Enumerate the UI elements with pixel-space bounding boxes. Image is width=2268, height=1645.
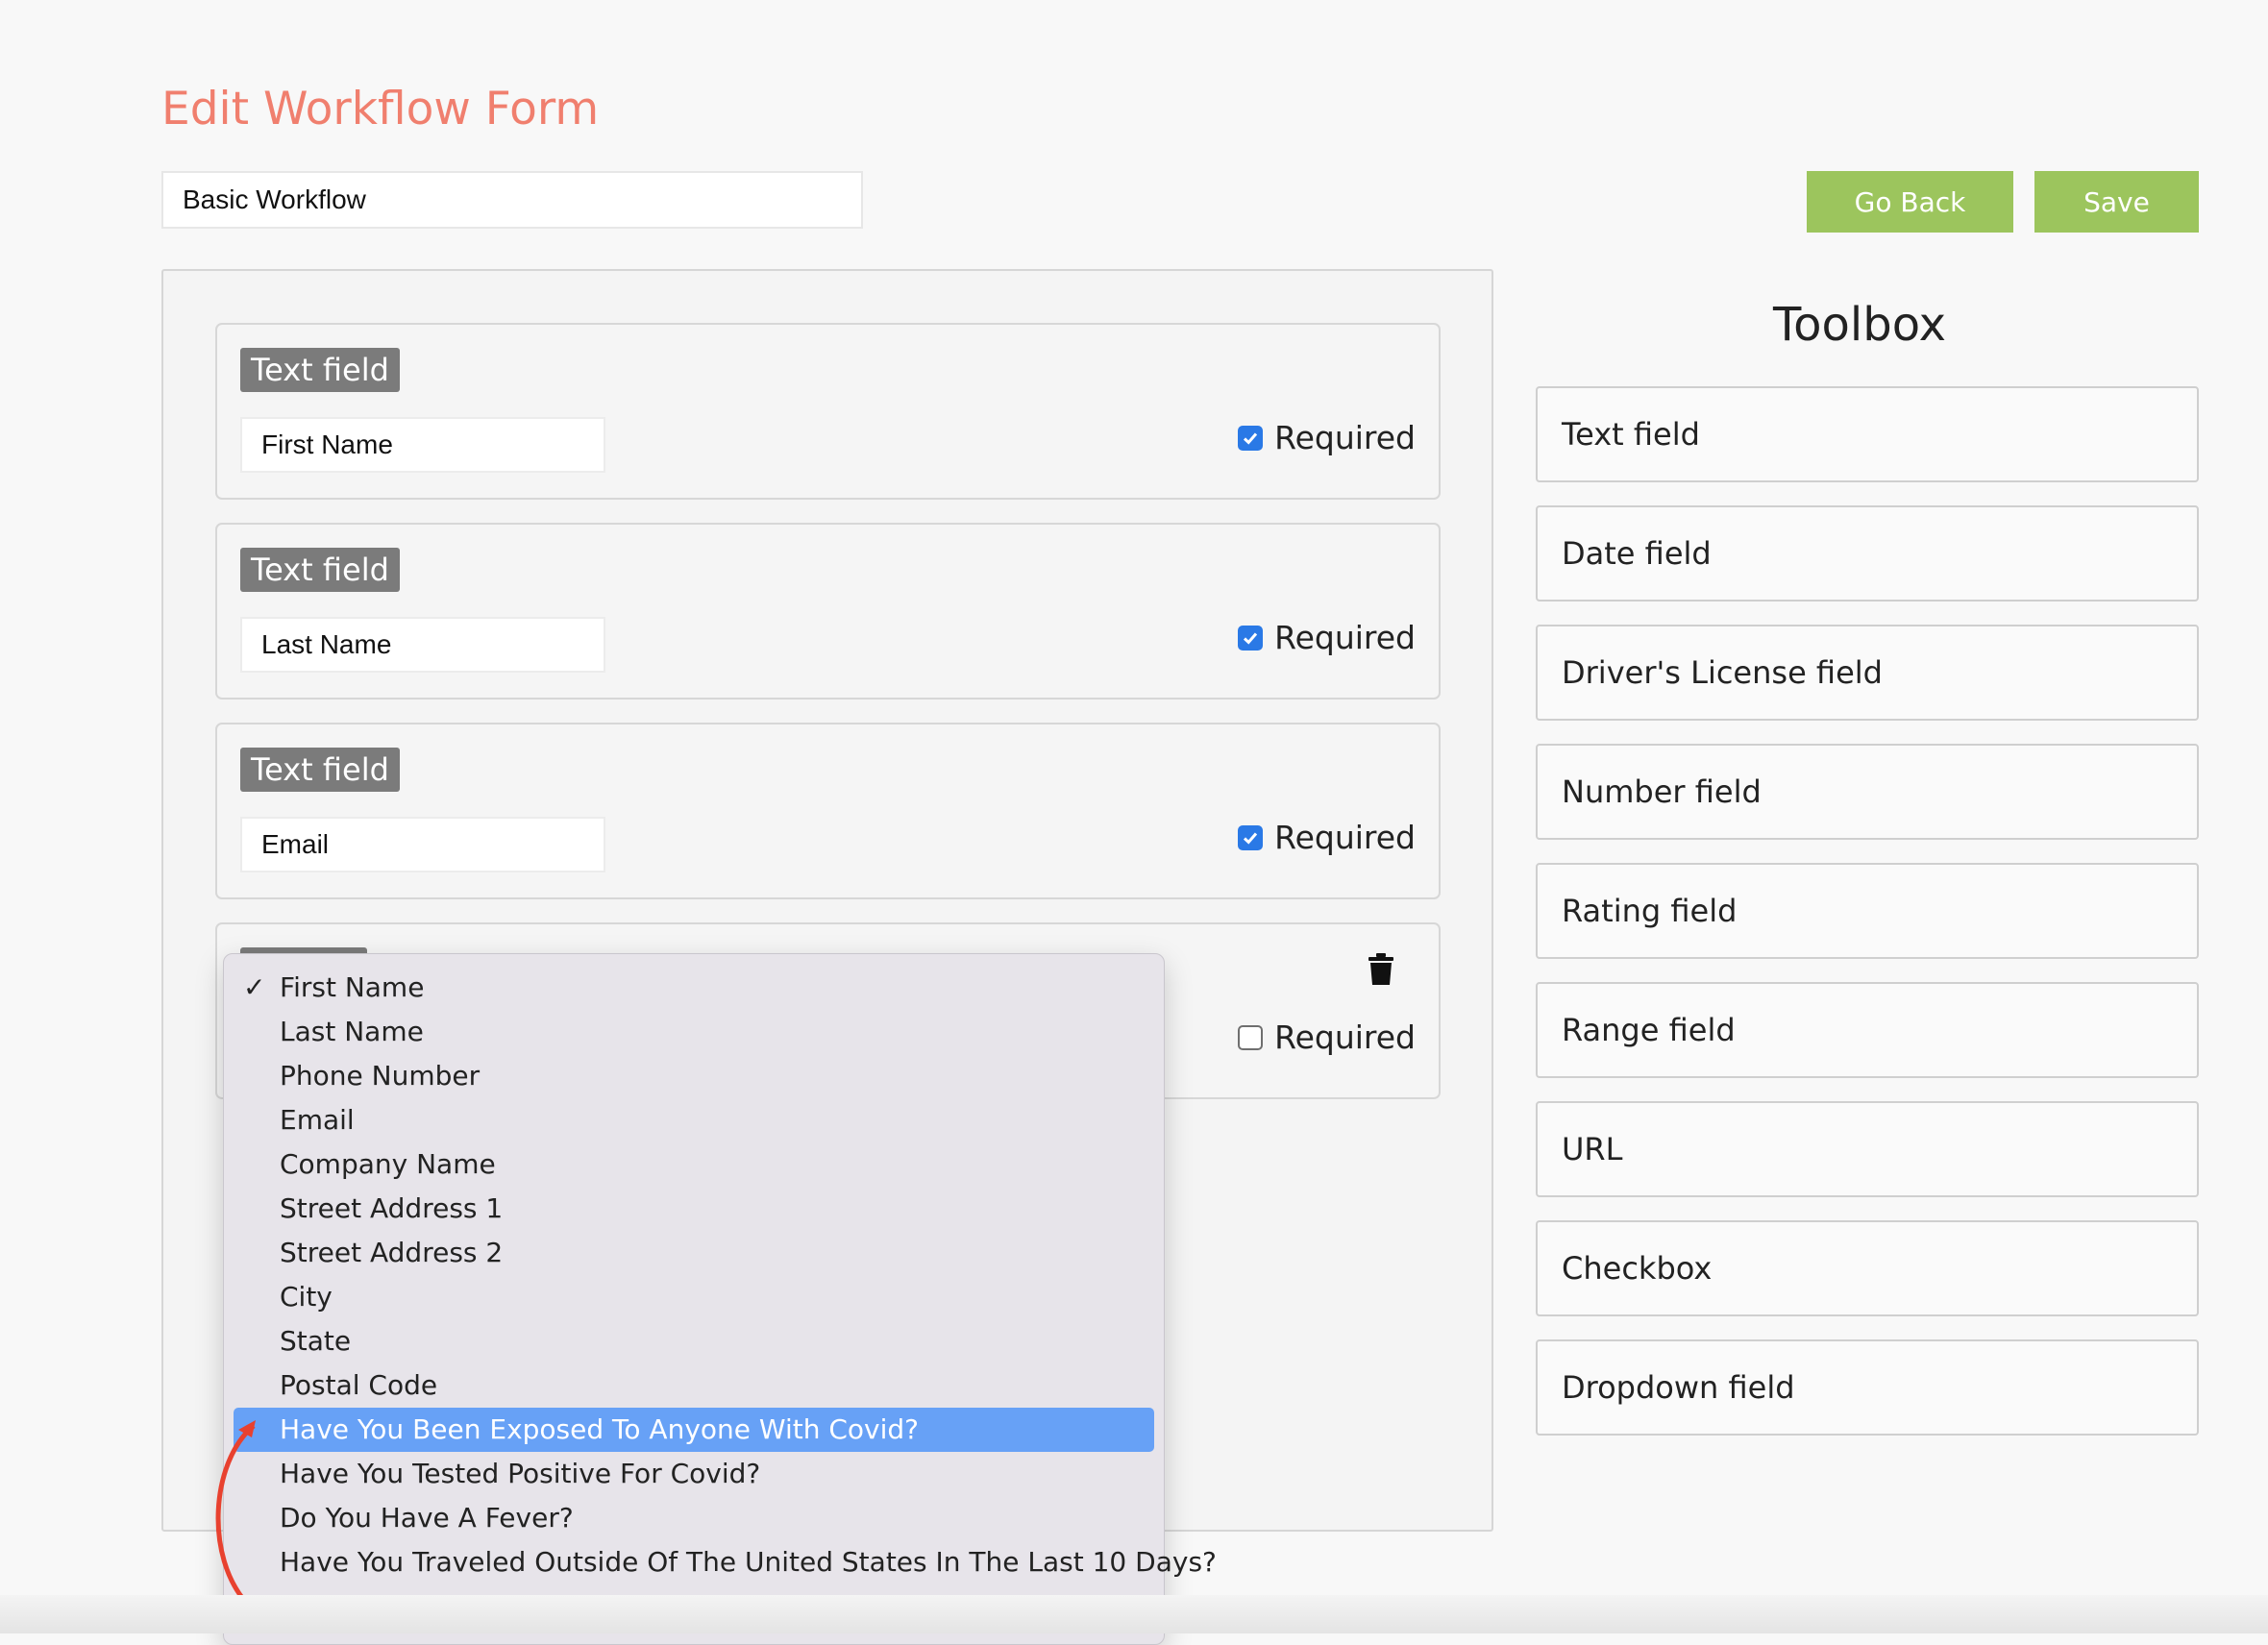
dropdown-option[interactable]: Street Address 1: [234, 1187, 1154, 1231]
required-label: Required: [1274, 619, 1416, 656]
toolbox-item-checkbox[interactable]: Checkbox: [1536, 1220, 2199, 1316]
dropdown-option[interactable]: Phone Number: [234, 1054, 1154, 1098]
dropdown-option[interactable]: Postal Code: [234, 1363, 1154, 1408]
required-checkbox[interactable]: [1238, 425, 1264, 451]
dropdown-option[interactable]: Company Name: [234, 1142, 1154, 1187]
save-button[interactable]: Save: [2034, 171, 2199, 233]
dropdown-option[interactable]: Do You Have A Fever?: [234, 1496, 1154, 1540]
field-name-input[interactable]: First Name: [240, 417, 605, 473]
dropdown-option[interactable]: Have You Traveled Outside Of The United …: [234, 1540, 1217, 1584]
toolbox-item-drivers-license-field[interactable]: Driver's License field: [1536, 625, 2199, 721]
check-icon: [1244, 632, 1258, 645]
dropdown-option[interactable]: City: [234, 1275, 1154, 1319]
field-type-badge: Text field: [240, 748, 400, 792]
check-icon: [1244, 832, 1258, 845]
dropdown-option[interactable]: Email: [234, 1098, 1154, 1142]
toolbox-title: Toolbox: [1773, 298, 1946, 352]
dropdown-option[interactable]: Have You Tested Positive For Covid?: [234, 1452, 1154, 1496]
field-name-input[interactable]: Email: [240, 817, 605, 872]
field-card[interactable]: Text field First Name Required: [215, 323, 1441, 500]
required-toggle[interactable]: Required: [1238, 1019, 1416, 1056]
check-icon: [1244, 432, 1258, 445]
toolbox-item-number-field[interactable]: Number field: [1536, 744, 2199, 840]
required-toggle[interactable]: Required: [1238, 819, 1416, 856]
go-back-button[interactable]: Go Back: [1807, 171, 2013, 233]
trash-icon[interactable]: [1368, 953, 1394, 986]
required-checkbox[interactable]: [1238, 824, 1264, 850]
bottom-fade: [0, 1595, 2268, 1633]
toolbox-item-url[interactable]: URL: [1536, 1101, 2199, 1197]
toolbox-item-range-field[interactable]: Range field: [1536, 982, 2199, 1078]
required-toggle[interactable]: Required: [1238, 419, 1416, 456]
dropdown-option[interactable]: Street Address 2: [234, 1231, 1154, 1275]
dropdown-option[interactable]: State: [234, 1319, 1154, 1363]
required-label: Required: [1274, 419, 1416, 456]
required-label: Required: [1274, 819, 1416, 856]
field-card[interactable]: Text field Last Name Required: [215, 523, 1441, 700]
toolbox-item-date-field[interactable]: Date field: [1536, 505, 2199, 602]
toolbox-item-text-field[interactable]: Text field: [1536, 386, 2199, 482]
toolbox-item-rating-field[interactable]: Rating field: [1536, 863, 2199, 959]
field-select-dropdown[interactable]: ✓ First Name Last Name Phone Number Email…: [223, 953, 1217, 1645]
check-icon: ✓: [243, 971, 266, 1003]
form-name-input[interactable]: [161, 171, 863, 229]
toolbox-item-dropdown-field[interactable]: Dropdown field: [1536, 1339, 2199, 1436]
required-checkbox[interactable]: [1238, 625, 1264, 651]
dropdown-option[interactable]: ✓ First Name: [234, 966, 1154, 1010]
required-checkbox[interactable]: [1238, 1024, 1264, 1050]
dropdown-option[interactable]: Last Name: [234, 1010, 1154, 1054]
required-label: Required: [1274, 1019, 1416, 1056]
dropdown-option-highlighted[interactable]: Have You Been Exposed To Anyone With Cov…: [234, 1408, 1154, 1452]
field-type-badge: Text field: [240, 348, 400, 392]
annotation-arrow-icon: [215, 1420, 259, 1610]
field-type-badge: Text field: [240, 548, 400, 592]
required-toggle[interactable]: Required: [1238, 619, 1416, 656]
field-card[interactable]: Text field Email Required: [215, 723, 1441, 899]
field-name-input[interactable]: Last Name: [240, 617, 605, 673]
page-title: Edit Workflow Form: [161, 83, 600, 135]
